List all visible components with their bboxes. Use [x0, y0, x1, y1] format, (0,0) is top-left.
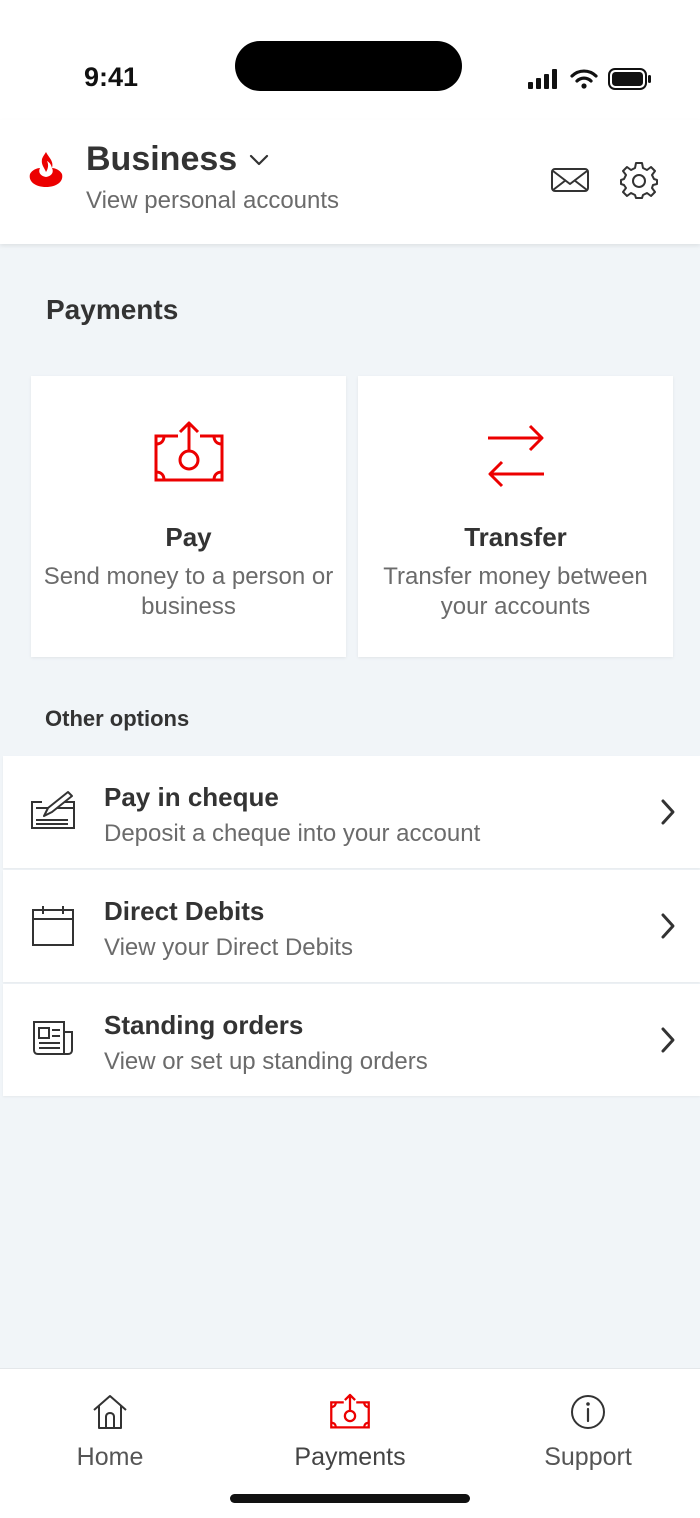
chevron-right-icon [661, 913, 675, 939]
cellular-signal-icon [528, 69, 557, 89]
pay-card-title: Pay [165, 522, 212, 552]
info-icon [571, 1395, 605, 1429]
wifi-icon [570, 69, 598, 89]
battery-icon [608, 68, 651, 90]
payments-icon [330, 1393, 370, 1429]
list-item-title: Pay in cheque [104, 782, 279, 812]
chevron-right-icon [661, 1027, 675, 1053]
santander-flame-logo [29, 152, 63, 187]
account-title: Business [86, 140, 238, 178]
settings-gear-icon[interactable] [619, 160, 659, 200]
list-item-standing-orders[interactable]: Standing orders View or set up standing … [3, 984, 700, 1096]
pay-money-icon [154, 421, 223, 482]
page-title: Payments [46, 294, 179, 325]
status-bar: 9:41 [0, 0, 700, 120]
status-icons [528, 68, 652, 90]
list-item-description: View your Direct Debits [104, 934, 353, 961]
other-options-heading: Other options [45, 706, 190, 731]
pay-card-description: Send money to a person or business [43, 563, 334, 620]
transfer-arrows-icon [487, 424, 544, 488]
account-switcher[interactable]: Business [86, 140, 269, 179]
pay-card[interactable]: Pay Send money to a person or business [31, 376, 346, 657]
tab-home[interactable]: Home [10, 1393, 210, 1472]
cheque-icon [31, 791, 75, 829]
tab-support[interactable]: Support [488, 1393, 688, 1472]
list-item-description: View or set up standing orders [104, 1048, 428, 1075]
tab-label: Payments [294, 1443, 406, 1471]
tab-label: Home [76, 1443, 144, 1471]
list-item-direct-debits[interactable]: Direct Debits View your Direct Debits [3, 870, 700, 982]
transfer-card-description: Transfer money between your accounts [383, 563, 648, 620]
mail-icon[interactable] [550, 160, 590, 200]
status-time: 9:41 [84, 62, 139, 92]
transfer-card-title: Transfer [464, 522, 567, 552]
tab-payments[interactable]: Payments [250, 1393, 450, 1472]
document-icon [33, 1021, 73, 1055]
chevron-right-icon [661, 799, 675, 825]
home-indicator [230, 1494, 470, 1503]
home-icon [93, 1395, 127, 1429]
list-item-title: Direct Debits [104, 896, 265, 926]
view-personal-accounts-link[interactable]: View personal accounts [86, 187, 339, 215]
list-item-title: Standing orders [104, 1010, 304, 1040]
dynamic-island [235, 41, 462, 91]
transfer-card[interactable]: Transfer Transfer money between your acc… [358, 376, 673, 657]
list-item-description: Deposit a cheque into your account [104, 820, 481, 847]
tab-label: Support [544, 1443, 632, 1471]
calendar-icon [32, 906, 74, 946]
app-header: Business View personal accounts [0, 120, 700, 244]
list-item-pay-in-cheque[interactable]: Pay in cheque Deposit a cheque into your… [3, 756, 700, 868]
chevron-down-icon [250, 154, 269, 165]
